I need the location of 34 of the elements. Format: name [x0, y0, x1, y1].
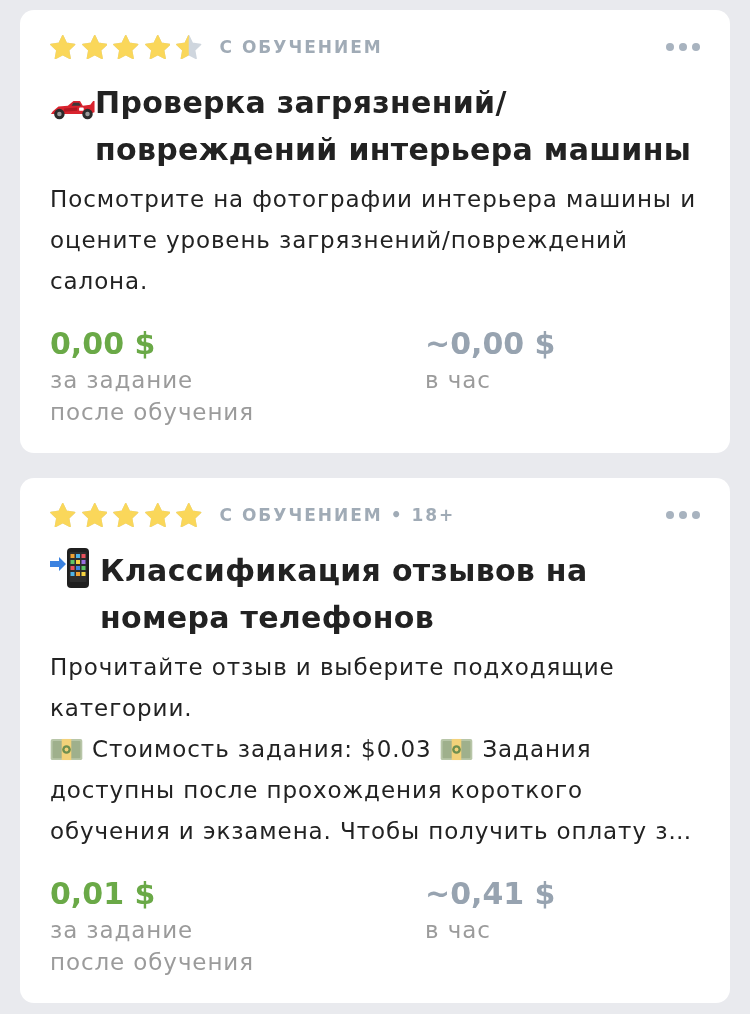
hourly-rate: ~0,00 $	[425, 325, 556, 363]
task-description: Посмотрите на фотографии интерьера машины и оцените уровень загрязнений/повреждений салона.	[50, 185, 697, 296]
phone-with-arrow-icon	[50, 548, 90, 588]
task-tags: С ОБУЧЕНИЕМ • 18+	[219, 505, 456, 525]
rate-note: за задание	[50, 366, 194, 395]
hourly-rate: ~0,41 $	[425, 875, 556, 913]
more-icon[interactable]	[666, 43, 700, 51]
rate-note: после обучения	[50, 398, 254, 427]
task-card[interactable]	[20, 478, 730, 1003]
banknote-icon	[440, 738, 474, 761]
star-icon	[113, 35, 139, 59]
task-description: Стоимость задания: $0.03 Задания доступны после прохождения короткого обучения и экзамена. Чтобы получить оплату з…	[50, 735, 694, 846]
star-icon	[81, 503, 107, 527]
star-icon	[50, 503, 76, 527]
task-title: Классификация отзывов на номера телефонов	[100, 552, 589, 637]
star-icon	[81, 35, 107, 59]
task-card[interactable]: С ОБУЧЕНИЕМ Проверка загрязнений/повреждений интерьера машины Посмотрите на фотографии интерьера машины и оцените уровень загрязнений/повреждений салона. 0,00 $ за задание после обучения ~0,00 $ в час	[20, 10, 730, 453]
star-icon	[113, 503, 139, 527]
task-title: Проверка загрязнений/повреждений интерьера машины	[95, 84, 693, 169]
task-description: Прочитайте отзыв и выберите подходящие категории.	[50, 653, 616, 723]
rate-note: в час	[425, 366, 491, 395]
rate-note: после обучения	[50, 948, 254, 977]
task-tags: С ОБУЧЕНИЕМ	[219, 37, 383, 57]
star-icon	[176, 503, 202, 527]
task-price: 0,01 $	[50, 875, 156, 913]
half-star-icon	[176, 35, 202, 59]
rate-note: за задание	[50, 916, 194, 945]
star-icon	[144, 35, 170, 59]
rate-note: в час	[425, 916, 491, 945]
banknote-icon	[50, 738, 83, 761]
star-icon	[50, 35, 76, 59]
star-icon	[144, 503, 170, 527]
task-price: 0,00 $	[50, 325, 156, 363]
more-icon[interactable]	[666, 511, 700, 519]
